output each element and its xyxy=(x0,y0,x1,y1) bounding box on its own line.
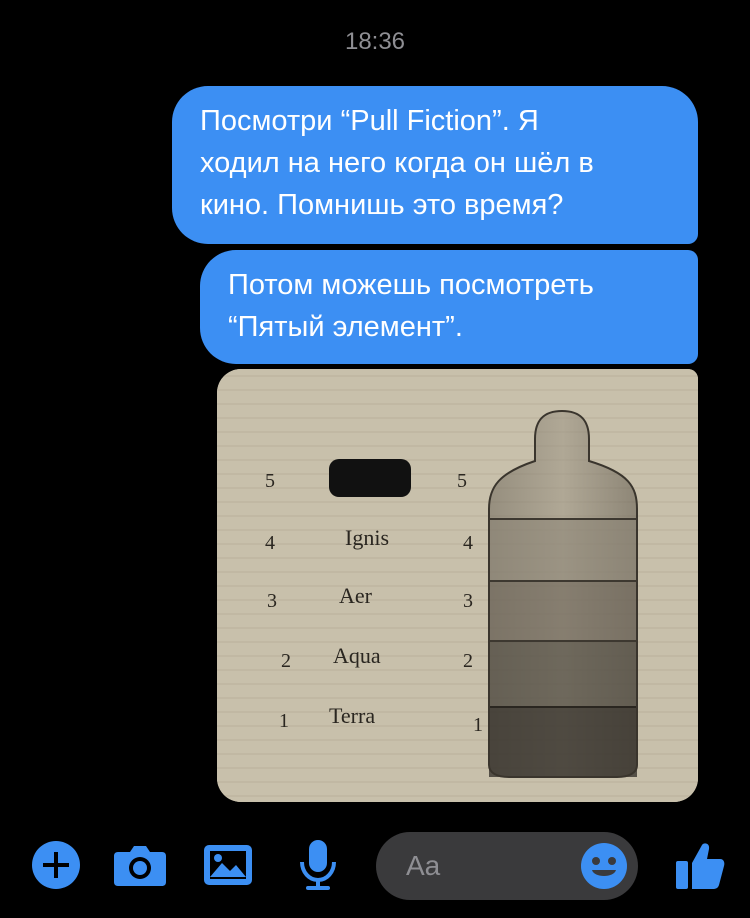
elements-engraving: 5 5 4 Ignis 4 3 Aer 3 2 Aqua 2 1 Terra 1 xyxy=(217,369,698,802)
row-number: 4 xyxy=(265,532,275,554)
plus-icon[interactable] xyxy=(24,830,88,900)
message-bubble-1[interactable]: Посмотри “Pull Fiction”. Я ходил на него… xyxy=(172,86,698,244)
row-number: 1 xyxy=(473,714,483,736)
row-number: 3 xyxy=(267,590,277,612)
message-line: Посмотри “Pull Fiction”. Я xyxy=(200,105,539,137)
microphone-icon[interactable] xyxy=(286,830,350,900)
camera-icon[interactable] xyxy=(108,830,172,900)
message-line: кино. Помнишь это время? xyxy=(200,189,564,221)
row-number: 5 xyxy=(265,470,275,492)
censor-block xyxy=(329,459,411,497)
message-line: ходил на него когда он шёл в xyxy=(200,147,594,179)
message-timestamp: 18:36 xyxy=(344,28,406,55)
input-placeholder: Aa xyxy=(406,850,441,881)
message-composer: Aa xyxy=(0,830,750,900)
image-icon[interactable] xyxy=(196,830,260,900)
message-line: Потом можешь посмотреть xyxy=(228,269,594,301)
row-number: 5 xyxy=(457,470,467,492)
photo-attachment[interactable]: 5 5 4 Ignis 4 3 Aer 3 2 Aqua 2 1 Terra 1 xyxy=(217,369,698,802)
element-name: Aer xyxy=(339,583,373,608)
thumbs-up-icon[interactable] xyxy=(668,830,732,900)
message-line: “Пятый элемент”. xyxy=(228,311,463,343)
row-number: 4 xyxy=(463,532,473,554)
message-bubble-2[interactable]: Потом можешь посмотреть “Пятый элемент”. xyxy=(200,250,698,364)
emoji-icon[interactable] xyxy=(580,842,628,890)
element-name: Aqua xyxy=(333,643,381,668)
message-input[interactable]: Aa xyxy=(376,832,638,900)
row-number: 2 xyxy=(463,650,473,672)
element-name: Ignis xyxy=(345,525,389,550)
row-number: 2 xyxy=(281,650,291,672)
row-number: 3 xyxy=(463,590,473,612)
row-number: 1 xyxy=(279,710,289,732)
element-name: Terra xyxy=(329,703,375,728)
